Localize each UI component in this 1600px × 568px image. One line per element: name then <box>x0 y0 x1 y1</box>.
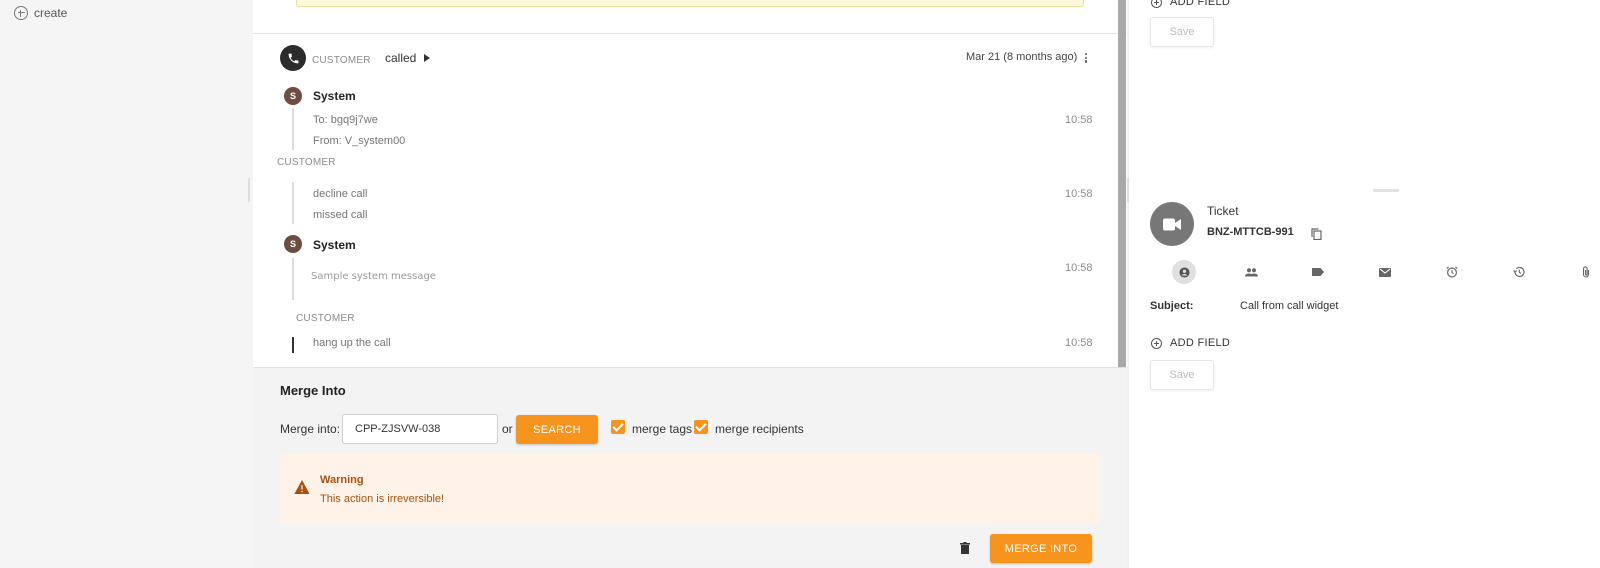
more-vert-icon[interactable] <box>1085 53 1088 63</box>
warning-icon <box>294 480 310 494</box>
merge-input-label: Merge into: <box>280 422 341 436</box>
message-time: 10:58 <box>1065 188 1093 200</box>
add-circle-icon <box>1151 337 1162 349</box>
thread-date: Mar 21 (8 months ago) <box>966 51 1078 63</box>
divider <box>253 33 1127 34</box>
call-playback-toggle[interactable]: called <box>385 51 431 65</box>
save-button[interactable]: Save <box>1150 17 1214 47</box>
videocam-icon <box>1150 202 1194 246</box>
right-resize-handle[interactable] <box>1127 178 1129 202</box>
mail-icon[interactable] <box>1373 260 1397 284</box>
message-thread-line <box>292 337 294 353</box>
top-note-box <box>296 0 1084 7</box>
message-line: decline call <box>313 188 368 200</box>
message-time: 10:58 <box>1065 337 1093 349</box>
merge-recipients-label: merge recipients <box>715 422 804 436</box>
avatar: S <box>284 87 302 105</box>
phone-icon <box>280 45 306 71</box>
add-field-label: ADD FIELD <box>1170 337 1231 349</box>
divider <box>1128 0 1129 568</box>
add-circle-icon <box>14 6 28 20</box>
message-line: missed call <box>313 209 368 221</box>
merge-target-input[interactable] <box>342 414 498 444</box>
subject-label: Subject: <box>1150 300 1194 312</box>
add-field-button[interactable]: ADD FIELD <box>1151 0 1230 8</box>
add-circle-icon <box>1151 0 1162 8</box>
merge-tags-label: merge tags <box>632 422 693 436</box>
copy-icon[interactable] <box>1311 228 1322 240</box>
message-line: hang up the call <box>313 337 391 349</box>
message-thread-line <box>292 182 294 224</box>
subject-value[interactable]: Call from call widget <box>1240 300 1338 312</box>
play-icon <box>424 54 431 62</box>
message-time: 10:58 <box>1065 114 1093 126</box>
create-label: create <box>34 6 68 20</box>
author-name: System <box>313 238 356 252</box>
save-button[interactable]: Save <box>1150 360 1214 390</box>
left-nav: create <box>0 0 252 568</box>
search-button[interactable]: SEARCH <box>516 415 598 444</box>
merge-tags-checkbox[interactable] <box>611 420 625 434</box>
warning-box <box>280 454 1100 524</box>
merge-title: Merge Into <box>280 383 346 398</box>
customer-section-label: CUSTOMER <box>277 157 336 168</box>
account-circle-icon[interactable] <box>1172 260 1196 284</box>
scrollbar-thumb[interactable] <box>1118 0 1126 367</box>
panel-drag-handle[interactable] <box>1373 189 1399 192</box>
message-line: To: bgq9j7we <box>313 114 378 126</box>
ticket-label: Ticket <box>1207 204 1239 218</box>
attachment-icon[interactable] <box>1574 260 1598 284</box>
left-resize-handle[interactable] <box>248 178 250 202</box>
customer-section-label: CUSTOMER <box>296 313 355 324</box>
create-button[interactable]: create <box>14 6 67 20</box>
delete-icon[interactable] <box>960 542 970 554</box>
call-label: called <box>385 51 417 65</box>
add-field-button[interactable]: ADD FIELD <box>1151 337 1230 349</box>
message-thread-line <box>292 258 294 300</box>
alarm-icon[interactable] <box>1440 260 1464 284</box>
tag-icon[interactable] <box>1306 260 1330 284</box>
message-time: 10:58 <box>1065 262 1093 274</box>
history-icon[interactable] <box>1507 260 1531 284</box>
add-field-label: ADD FIELD <box>1170 0 1231 8</box>
message-line: From: V_system00 <box>313 135 406 147</box>
ticket-id: BNZ-MTTCB-991 <box>1207 226 1294 238</box>
merge-into-button[interactable]: MERGE INTO <box>990 534 1092 563</box>
ticket-tabs <box>1172 260 1592 286</box>
warning-title: Warning <box>320 474 364 486</box>
warning-text: This action is irreversible! <box>320 493 445 505</box>
merge-recipients-checkbox[interactable] <box>694 420 708 434</box>
avatar: S <box>284 235 302 253</box>
or-label: or <box>502 422 513 436</box>
customer-tag: CUSTOMER <box>312 55 371 66</box>
message-line: Sample system message <box>311 271 436 282</box>
people-icon[interactable] <box>1239 260 1263 284</box>
author-name: System <box>313 89 356 103</box>
message-thread-line <box>292 108 294 150</box>
